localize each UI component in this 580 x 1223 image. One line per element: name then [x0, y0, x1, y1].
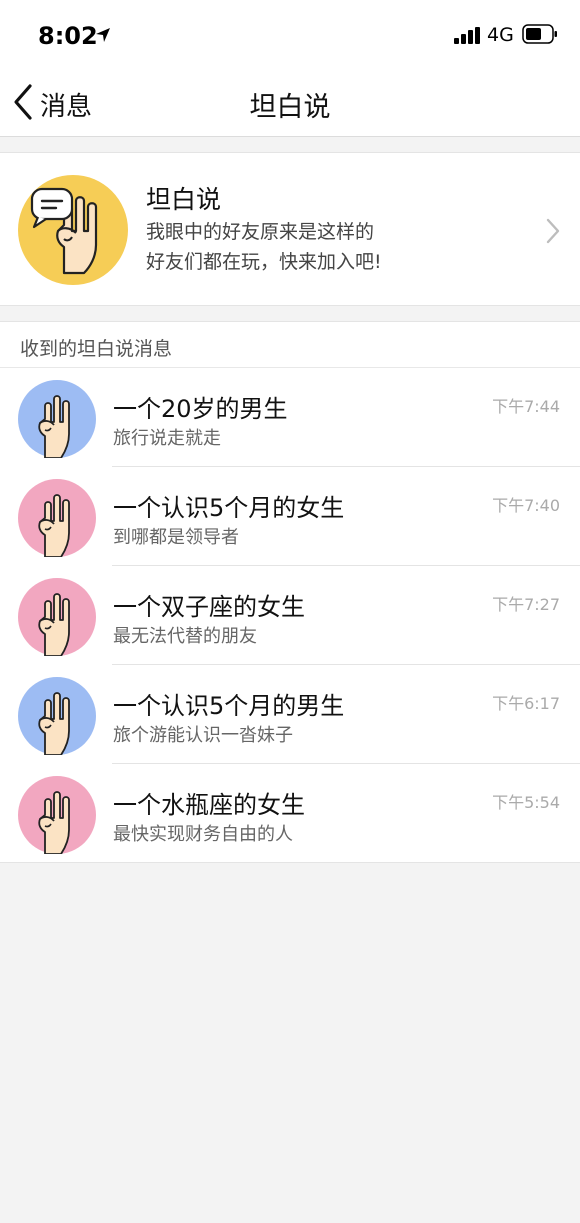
- message-time: 下午7:40: [492, 496, 560, 515]
- promo-description: 我眼中的好友原来是这样的: [146, 221, 375, 243]
- message-time: 下午7:44: [492, 397, 560, 416]
- section-label: 收到的坦白说消息: [20, 338, 173, 360]
- message-subtitle: 最快实现财务自由的人: [113, 824, 293, 845]
- section-header: 收到的坦白说消息: [0, 321, 580, 368]
- page-title: 坦白说: [249, 92, 331, 123]
- signal-icon: [454, 27, 480, 44]
- list-item[interactable]: 一个认识5个月的男生 旅个游能认识一沓妹子 下午6:17: [0, 665, 580, 764]
- message-subtitle: 旅行说走就走: [113, 428, 221, 449]
- hand-avatar-icon: [18, 479, 96, 557]
- hand-avatar-icon: [18, 776, 96, 854]
- chevron-right-icon: [546, 218, 560, 244]
- list-item[interactable]: 一个双子座的女生 最无法代替的朋友 下午7:27: [0, 566, 580, 665]
- message-time: 下午6:17: [492, 694, 560, 713]
- message-subtitle: 旅个游能认识一沓妹子: [113, 725, 293, 746]
- promo-title: 坦白说: [146, 185, 222, 214]
- list-item[interactable]: 一个20岁的男生 旅行说走就走 下午7:44: [0, 368, 580, 467]
- battery-icon: [522, 24, 557, 44]
- hand-avatar-icon: [18, 380, 96, 458]
- list-item[interactable]: 一个水瓶座的女生 最快实现财务自由的人 下午5:54: [0, 764, 580, 863]
- location-arrow-icon: [96, 28, 110, 42]
- message-time: 下午5:54: [492, 793, 560, 812]
- status-bar: 8:02 4G: [0, 0, 580, 70]
- message-subtitle: 到哪都是领导者: [113, 527, 239, 548]
- message-title: 一个水瓶座的女生: [113, 791, 305, 819]
- list-item[interactable]: 一个认识5个月的女生 到哪都是领导者 下午7:40: [0, 467, 580, 566]
- message-title: 一个20岁的男生: [113, 395, 288, 423]
- promo-card[interactable]: 坦白说 我眼中的好友原来是这样的 好友们都在玩，快来加入吧!: [0, 152, 580, 306]
- hand-avatar-icon: [18, 677, 96, 755]
- message-title: 一个双子座的女生: [113, 593, 305, 621]
- status-time: 8:02: [38, 22, 98, 50]
- message-title: 一个认识5个月的女生: [113, 494, 345, 522]
- message-title: 一个认识5个月的男生: [113, 692, 345, 720]
- network-type: 4G: [487, 24, 514, 46]
- hand-avatar-icon: [18, 578, 96, 656]
- message-list: 一个20岁的男生 旅行说走就走 下午7:44 一个认识5个月的女生 到哪都是领导…: [0, 368, 580, 863]
- message-time: 下午7:27: [492, 595, 560, 614]
- promo-call-to-action: 好友们都在玩，快来加入吧!: [146, 251, 382, 273]
- navigation-bar: 消息 坦白说: [0, 70, 580, 137]
- message-subtitle: 最无法代替的朋友: [113, 626, 257, 647]
- hand-speech-bubble-icon: [18, 175, 128, 285]
